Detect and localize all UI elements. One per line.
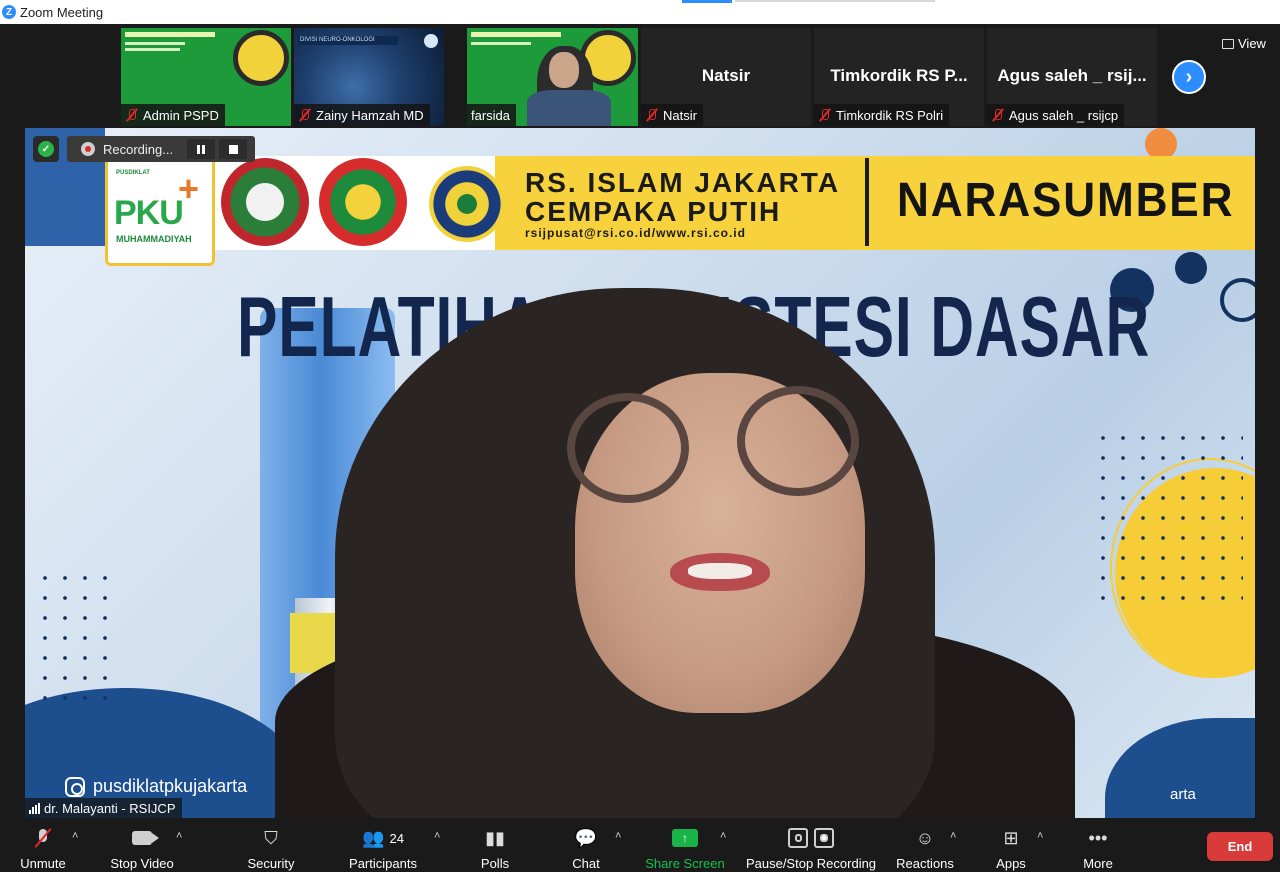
participant-name-label: Zainy Hamzah MD [294, 104, 430, 126]
participant-tile-agus-saleh[interactable]: Agus saleh _ rsij... Agus saleh _ rsijcp [987, 28, 1157, 126]
participant-name-label: Natsir [641, 104, 703, 126]
mic-muted-icon [298, 108, 312, 122]
hipanci-logo [221, 158, 309, 246]
role-label: NARASUMBER [897, 174, 1235, 227]
pause-stop-recording-button[interactable]: Pause/Stop Recording [744, 826, 878, 871]
end-meeting-button[interactable]: End [1207, 832, 1273, 861]
participants-button[interactable]: 👥 24 Participants [344, 826, 422, 872]
mic-muted-icon [645, 108, 659, 122]
unmute-button[interactable]: Unmute [14, 826, 72, 871]
title-bar: Z Zoom Meeting [0, 0, 1280, 24]
polls-button[interactable]: ▮▮ Polls [474, 826, 516, 872]
pause-recording-button[interactable] [187, 139, 215, 159]
pause-icon [788, 828, 808, 848]
reactions-button[interactable]: ☺ Reactions [894, 826, 956, 872]
participant-tile-farsida[interactable]: farsida [467, 28, 638, 126]
stop-video-button[interactable]: Stop Video [106, 826, 178, 871]
apps-button[interactable]: ⊞ Apps [990, 826, 1032, 872]
muhammadiyah-logo [429, 166, 505, 242]
participant-tile-natsir[interactable]: Natsir Natsir [641, 28, 811, 126]
video-options-caret-icon[interactable]: ˄ [176, 830, 182, 842]
pku-muhammadiyah-logo: PUSDIKLAT PKU + MUHAMMADIYAH [105, 156, 215, 266]
decor-circle [1175, 252, 1207, 284]
mic-muted-icon [991, 108, 1005, 122]
instagram-handle: pusdiklatpkujakarta [65, 776, 247, 797]
apps-caret-icon[interactable]: ˄ [1037, 830, 1043, 842]
title-accent [682, 0, 732, 3]
stop-icon [814, 828, 834, 848]
bar-chart-icon: ▮▮ [485, 827, 505, 848]
smiley-plus-icon: ☺ [915, 827, 935, 848]
hospital-url: rsijpusat@rsi.co.id/www.rsi.co.id [525, 226, 746, 240]
chat-button[interactable]: 💬 Chat [566, 826, 606, 872]
next-page-arrow-icon[interactable]: › [1172, 60, 1206, 94]
more-button[interactable]: ••• More [1074, 826, 1122, 872]
glasses-left [567, 393, 689, 503]
audio-options-caret-icon[interactable]: ˄ [72, 830, 78, 842]
decor-circle [1220, 278, 1255, 322]
participants-icon: 👥 [362, 827, 385, 848]
participant-name-label: farsida [467, 104, 517, 126]
decor-shape [1105, 718, 1255, 818]
encryption-shield-icon[interactable]: ✓ [33, 136, 59, 162]
shield-icon: ⛉ [264, 827, 278, 848]
record-dot-icon [81, 142, 95, 156]
chat-caret-icon[interactable]: ˄ [615, 830, 621, 842]
mic-muted-icon [33, 827, 53, 849]
participant-display-name: Natsir [701, 66, 751, 85]
share-caret-icon[interactable]: ˄ [720, 830, 726, 842]
window-title: Zoom Meeting [20, 4, 104, 20]
stop-icon [228, 144, 238, 154]
camera-icon [132, 831, 159, 845]
speaker-mouth [670, 553, 770, 591]
participants-caret-icon[interactable]: ˄ [434, 830, 440, 842]
chat-bubble-icon: 💬 [574, 827, 598, 848]
participant-tile-admin-pspd[interactable]: Admin PSPD [121, 28, 291, 126]
stop-recording-button[interactable] [219, 139, 247, 159]
mic-muted-icon [125, 108, 139, 122]
title-accent-gray [735, 0, 935, 2]
reactions-caret-icon[interactable]: ˄ [950, 830, 956, 842]
mic-muted-icon [818, 108, 832, 122]
speaker-name-label: dr. Malayanti - RSIJCP [25, 798, 182, 818]
view-button[interactable]: View [1222, 36, 1266, 51]
participant-name-label: Agus saleh _ rsijcp [987, 104, 1125, 126]
decor-dots [1093, 428, 1243, 608]
participant-tile-zainy-hamzah[interactable]: DIVISI NEURO-ONKOLOGI Zainy Hamzah MD [294, 28, 444, 126]
decor-dots [35, 568, 115, 708]
glasses-right [737, 386, 859, 496]
participant-name-label: Timkordik RS Polri [814, 104, 950, 126]
instagram-icon [65, 776, 85, 797]
zoom-logo-icon: Z [2, 5, 16, 19]
more-dots-icon: ••• [1088, 827, 1108, 848]
signal-strength-icon [29, 802, 40, 814]
participant-name-label: Admin PSPD [121, 104, 225, 126]
grid-view-icon [1222, 38, 1234, 49]
participant-display-name: Timkordik RS P... [830, 66, 968, 85]
participant-tile-timkordik[interactable]: Timkordik RS P... Timkordik RS Polri [814, 28, 984, 126]
participant-display-name: Agus saleh _ rsij... [997, 66, 1147, 85]
main-speaker-video: PUSDIKLAT PKU + MUHAMMADIYAH RS. ISLAM J… [25, 128, 1255, 818]
share-arrow-icon: ↑ [672, 829, 698, 847]
apps-icon: ⊞ [1003, 827, 1019, 848]
pause-icon [197, 144, 205, 154]
ppni-logo [319, 158, 407, 246]
recording-indicator: Recording... [67, 136, 255, 162]
hospital-name: RS. ISLAM JAKARTA CEMPAKA PUTIH [525, 167, 841, 227]
participants-count: 24 [389, 830, 404, 846]
security-button[interactable]: ⛉ Security [242, 826, 300, 872]
slide-corner-text: arta [1170, 786, 1196, 803]
share-screen-button[interactable]: ↑ Share Screen [644, 826, 726, 871]
